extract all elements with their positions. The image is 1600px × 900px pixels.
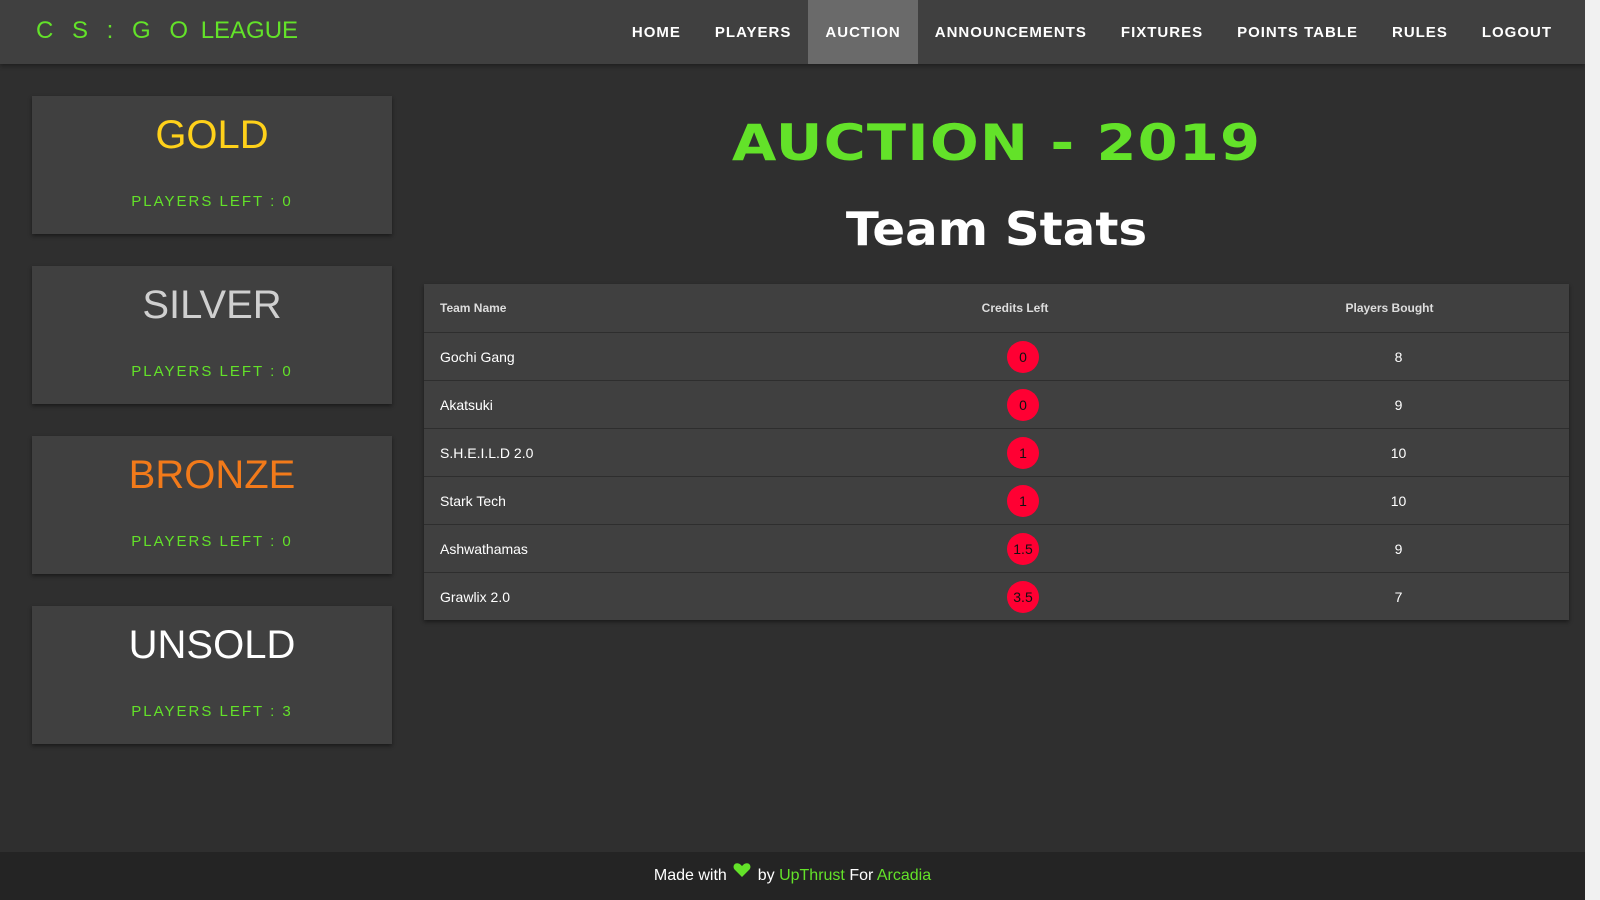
tier-title-unsold: UNSOLD — [128, 623, 296, 667]
tier-card-silver: SILVER PLAYERS LEFT : 0 — [32, 266, 392, 404]
footer-for: For — [849, 867, 874, 885]
table-header-row: Team Name Credits Left Players Bought — [424, 284, 1569, 333]
section-title: Team Stats — [845, 202, 1148, 256]
nav-home[interactable]: HOME — [615, 0, 698, 64]
nav-rules[interactable]: RULES — [1375, 0, 1465, 64]
players-bought-cell: 8 — [1210, 332, 1569, 381]
nav-points-table[interactable]: POINTS TABLE — [1220, 0, 1375, 64]
table-row: Stark Tech 1 10 — [424, 476, 1569, 525]
credits-badge: 1 — [1007, 436, 1039, 469]
header-players-bought: Players Bought — [1210, 284, 1569, 333]
tier-title-bronze: BRONZE — [128, 453, 296, 497]
tier-players-left-gold: PLAYERS LEFT : 0 — [131, 193, 293, 210]
nav-menu: HOME PLAYERS AUCTION ANNOUNCEMENTS FIXTU… — [615, 0, 1569, 64]
footer-author-link[interactable]: UpThrust — [779, 867, 845, 884]
page-footer: Made with by UpThrust For Arcadia — [0, 852, 1585, 900]
tier-sidebar: GOLD PLAYERS LEFT : 0 SILVER PLAYERS LEF… — [32, 96, 392, 776]
tier-card-unsold: UNSOLD PLAYERS LEFT : 3 — [32, 606, 392, 744]
players-bought-cell: 10 — [1210, 476, 1569, 525]
credits-badge: 0 — [1007, 388, 1039, 421]
credits-cell: 0 — [820, 332, 1210, 381]
tier-players-left-unsold: PLAYERS LEFT : 3 — [131, 703, 293, 720]
footer-event-link[interactable]: Arcadia — [877, 867, 931, 884]
tier-title-silver: SILVER — [142, 283, 282, 327]
credits-badge: 3.5 — [1007, 580, 1039, 613]
team-stats-table: Team Name Credits Left Players Bought Go… — [424, 284, 1569, 620]
nav-logout[interactable]: LOGOUT — [1465, 0, 1569, 64]
table-row: S.H.E.I.L.D 2.0 1 10 — [424, 428, 1569, 477]
table-row: Grawlix 2.0 3.5 7 — [424, 573, 1569, 621]
nav-auction[interactable]: AUCTION — [808, 0, 918, 64]
brand-logo[interactable]: C S : G O LEAGUE — [36, 17, 298, 45]
footer-by: by — [757, 867, 775, 885]
players-bought-cell: 7 — [1394, 588, 1403, 605]
team-name-cell: S.H.E.I.L.D 2.0 — [424, 428, 820, 477]
brand-prefix: C S : G O — [36, 17, 195, 44]
credits-cell: 1 — [820, 428, 1210, 477]
footer-made-with: Made with — [653, 867, 727, 885]
players-bought-cell: 9 — [1210, 524, 1569, 573]
page-title: AUCTION - 2019 — [731, 114, 1262, 172]
header-credits-left: Credits Left — [820, 284, 1210, 333]
players-bought-cell: 9 — [1210, 380, 1569, 429]
credits-badge: 1.5 — [1007, 532, 1039, 565]
team-name-cell: Akatsuki — [424, 380, 820, 429]
brand-suffix: LEAGUE — [200, 17, 299, 44]
tier-card-bronze: BRONZE PLAYERS LEFT : 0 — [32, 436, 392, 574]
table-row: Gochi Gang 0 8 — [424, 332, 1569, 381]
green-heart-icon — [733, 850, 751, 898]
players-bought-cell: 10 — [1210, 428, 1569, 477]
tier-players-left-silver: PLAYERS LEFT : 0 — [131, 363, 293, 380]
nav-players[interactable]: PLAYERS — [698, 0, 808, 64]
credits-badge: 0 — [1007, 340, 1039, 373]
team-name-cell: Gochi Gang — [424, 332, 820, 381]
credits-cell: 3.5 — [820, 573, 1210, 621]
credits-badge: 1 — [1007, 484, 1039, 517]
team-name-cell: Grawlix 2.0 — [440, 588, 511, 605]
team-name-cell: Stark Tech — [424, 476, 820, 525]
team-name-cell: Ashwathamas — [424, 524, 820, 573]
nav-announcements[interactable]: ANNOUNCEMENTS — [918, 0, 1104, 64]
header-team-name: Team Name — [424, 284, 820, 333]
table-row: Akatsuki 0 9 — [424, 380, 1569, 429]
credits-cell: 0 — [820, 380, 1210, 429]
tier-players-left-bronze: PLAYERS LEFT : 0 — [131, 533, 293, 550]
table-row: Ashwathamas 1.5 9 — [424, 524, 1569, 573]
credits-cell: 1 — [820, 476, 1210, 525]
top-navbar: C S : G O LEAGUE HOME PLAYERS AUCTION AN… — [0, 0, 1585, 64]
credits-cell: 1.5 — [820, 524, 1210, 573]
nav-fixtures[interactable]: FIXTURES — [1104, 0, 1220, 64]
